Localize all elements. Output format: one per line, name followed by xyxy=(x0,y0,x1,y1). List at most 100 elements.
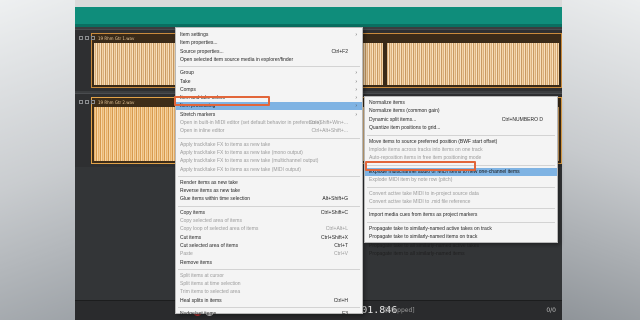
highlight-box-item-processing xyxy=(174,96,270,106)
menu-item: Split items at time selection xyxy=(176,280,362,288)
timeline-ruler[interactable] xyxy=(75,7,562,27)
menu-item: Apply track/take FX to items as new take… xyxy=(176,157,362,165)
menu-item-shortcut: F3 xyxy=(342,311,348,317)
menu-item[interactable]: Comps › xyxy=(176,86,362,94)
menu-item-label: Group xyxy=(180,70,194,77)
menu-item-label: Heal splits in items xyxy=(180,297,222,304)
menu-item-shortcut: Ctrl+F2 xyxy=(331,48,348,55)
menu-item-shortcut: Ctrl+Shift+C xyxy=(320,209,348,216)
menu-item[interactable]: Cut items Ctrl+Shift+X xyxy=(176,234,362,242)
menu-item[interactable]: Normalize items (common gain) xyxy=(365,107,557,115)
menu-item: Apply track/take FX to items as new take… xyxy=(176,166,362,174)
menu-item-label: Propagate take to all similarly-named ac… xyxy=(369,242,480,249)
menu-item[interactable]: Propagate take to similarly-named items … xyxy=(365,233,557,241)
desk-background-left xyxy=(0,0,75,320)
menu-item-label: Glue items within time selection xyxy=(180,196,251,203)
menu-separator xyxy=(367,134,555,136)
mute-icon[interactable] xyxy=(79,36,83,40)
menu-item-shortcut: Ctrl+V xyxy=(333,251,348,258)
menu-item-shortcut: Ctrl+Alt+Shift+... xyxy=(311,128,348,135)
menu-item[interactable]: Cut selected area of items Ctrl+T xyxy=(176,242,362,250)
menu-separator xyxy=(367,186,555,188)
menu-item: Convert active take MIDI to .mid file re… xyxy=(365,198,557,206)
menu-item-label: Paste xyxy=(180,251,193,258)
menu-item[interactable]: Reverse items as new take xyxy=(176,187,362,195)
menu-item: Apply track/take FX to items as new take… xyxy=(176,149,362,157)
menu-item[interactable]: Item properties... xyxy=(176,39,362,47)
menu-item[interactable]: Glue items within time selection Alt+Shif… xyxy=(176,195,362,203)
menu-item-label: Remove items xyxy=(180,259,212,266)
lock-icon[interactable] xyxy=(91,36,95,40)
screen: 19 Rhm Gtr 1.wav 19 Rhm Gtr 2.wav ▶ ❚❚ 0… xyxy=(0,0,640,320)
menu-item[interactable]: Propagate take to all similarly-named ac… xyxy=(365,242,557,250)
menu-item-label: Convert active take MIDI to in-project s… xyxy=(369,190,479,197)
play-status: [Stopped] xyxy=(385,307,415,314)
menu-item-label: Propagate take to similarly-named active… xyxy=(369,225,492,232)
menu-item: Convert active take MIDI to in-project s… xyxy=(365,190,557,198)
menu-item: Paste Ctrl+V xyxy=(176,250,362,258)
menu-item[interactable]: Take › xyxy=(176,78,362,86)
menu-item-label: Cut selected area of items xyxy=(180,242,239,249)
menu-item-label: Apply track/take FX to items as new take xyxy=(180,141,271,148)
fx-icon[interactable] xyxy=(85,100,89,104)
menu-item[interactable]: Nudge/set items... F3 xyxy=(176,310,362,318)
menu-item-label: Trim items to selected area xyxy=(180,289,241,296)
item-context-menu: Item settings › Item properties... Source p… xyxy=(175,27,363,317)
menu-item-shortcut: Ctrl+Alt+L xyxy=(325,226,348,233)
menu-item: Trim items to selected area xyxy=(176,288,362,296)
fx-icon[interactable] xyxy=(85,36,89,40)
menu-item-label: Normalize items xyxy=(369,100,405,106)
menu-item-label: Implode items across tracks into items o… xyxy=(369,147,483,153)
menu-item[interactable]: Dynamic split items... Ctrl+NUMBERO D xyxy=(365,116,557,124)
menu-item[interactable]: Quantize item positions to grid... xyxy=(365,124,557,132)
submenu-arrow-icon: › xyxy=(355,95,357,102)
menu-separator xyxy=(178,175,360,177)
menu-item[interactable]: Render items as new take xyxy=(176,179,362,187)
submenu-arrow-icon: › xyxy=(355,32,357,38)
submenu-arrow-icon: › xyxy=(355,70,357,77)
menu-item-label: Split items at time selection xyxy=(180,281,241,288)
menu-separator xyxy=(178,66,360,68)
submenu-arrow-icon: › xyxy=(355,86,357,93)
menu-item-label: Open selected item source media in explo… xyxy=(180,56,294,63)
menu-item[interactable]: Move items to source preferred position … xyxy=(365,138,557,146)
menu-separator xyxy=(178,205,360,207)
menu-item[interactable]: Source properties... Ctrl+F2 xyxy=(176,48,362,56)
item-name: 19 Rhm Gtr 2.wav xyxy=(98,100,135,105)
menu-item: Open in built-in MIDI editor (set defaul… xyxy=(176,119,362,127)
lock-icon[interactable] xyxy=(91,100,95,104)
menu-item[interactable]: Import media cues from items as project … xyxy=(365,211,557,219)
menu-item-label: Reverse items as new take xyxy=(180,188,241,195)
menu-item-label: Take xyxy=(180,78,191,85)
menu-item: Implode items across tracks into items o… xyxy=(365,146,557,154)
menu-item[interactable]: Open selected item source media in explo… xyxy=(176,56,362,64)
menu-item[interactable]: Propagate item to all similarly-named it… xyxy=(365,250,557,258)
menu-item: Copy selected area of items xyxy=(176,217,362,225)
menu-item[interactable]: Heal splits in items Ctrl+H xyxy=(176,297,362,305)
menu-item-label: Stretch markers xyxy=(180,111,216,118)
menu-item[interactable]: Stretch markers › xyxy=(176,111,362,119)
menu-separator xyxy=(178,137,360,139)
menu-item: Explode MIDI item by note row (pitch) xyxy=(365,176,557,184)
menu-item: Apply track/take FX to items as new take xyxy=(176,141,362,149)
menu-item-label: Copy selected area of items xyxy=(180,218,242,224)
menu-item-label: Normalize items (common gain) xyxy=(369,108,440,115)
menu-item[interactable]: Normalize items xyxy=(365,99,557,107)
menu-item-label: Source properties... xyxy=(180,48,224,55)
menu-item[interactable]: Propagate take to similarly-named active… xyxy=(365,225,557,233)
item-buttons xyxy=(79,100,95,104)
submenu-arrow-icon: › xyxy=(355,78,357,85)
menu-item[interactable]: Remove items xyxy=(176,259,362,267)
menu-separator xyxy=(367,208,555,210)
menu-item-shortcut: Ctrl+Shift+X xyxy=(321,234,348,241)
menu-item-label: Comps xyxy=(180,86,196,93)
menu-item[interactable]: Item settings › xyxy=(176,31,362,39)
menu-item-shortcut: Ctrl+NUMBERO D xyxy=(501,116,543,123)
menu-item-label: Propagate item to all similarly-named it… xyxy=(369,251,465,257)
menu-item[interactable]: Group › xyxy=(176,69,362,77)
menu-item: Copy loop of selected area of items Ctrl+… xyxy=(176,225,362,233)
menu-item[interactable]: Copy items Ctrl+Shift+C xyxy=(176,209,362,217)
mute-icon[interactable] xyxy=(79,100,83,104)
menu-item-label: Apply track/take FX to items as new take… xyxy=(180,149,303,156)
menu-item-label: Quantize item positions to grid... xyxy=(369,125,441,132)
